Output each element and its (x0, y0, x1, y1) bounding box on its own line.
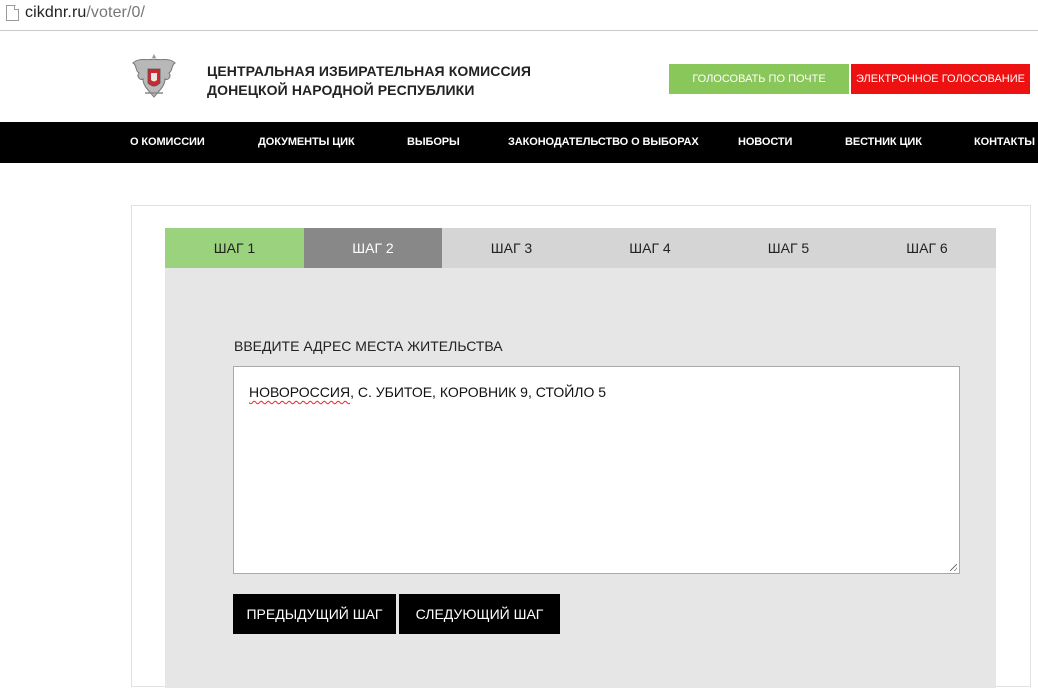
previous-step-button[interactable]: ПРЕДЫДУЩИЙ ШАГ (233, 594, 396, 634)
tab-step-6[interactable]: ШАГ 6 (858, 228, 996, 268)
nav-item-about[interactable]: О КОМИССИИ (130, 122, 205, 163)
url-path: /voter/0/ (86, 4, 146, 21)
address-textarea[interactable]: НОВОРОССИЯ, С. УБИТОЕ, КОРОВНИК 9, СТОЙЛ… (233, 366, 960, 574)
nav-item-documents[interactable]: ДОКУМЕНТЫ ЦИК (258, 122, 355, 163)
vote-by-mail-button[interactable]: ГОЛОСОВАТЬ ПО ПОЧТЕ (669, 64, 849, 94)
nav-item-news[interactable]: НОВОСТИ (738, 122, 792, 163)
tab-step-4[interactable]: ШАГ 4 (581, 228, 719, 268)
resize-grip-icon[interactable] (950, 564, 957, 571)
address-field-label: ВВЕДИТЕ АДРЕС МЕСТА ЖИТЕЛЬСТВА (234, 338, 503, 354)
address-rest: , С. УБИТОЕ, КОРОВНИК 9, СТОЙЛО 5 (350, 384, 607, 400)
tab-step-3[interactable]: ШАГ 3 (442, 228, 581, 268)
tab-step-5[interactable]: ШАГ 5 (719, 228, 858, 268)
nav-item-bulletin[interactable]: ВЕСТНИК ЦИК (845, 122, 922, 163)
org-title-line2: ДОНЕЦКОЙ НАРОДНОЙ РЕСПУБЛИКИ (207, 82, 475, 98)
page-icon (6, 5, 19, 21)
tab-step-2[interactable]: ШАГ 2 (304, 228, 442, 268)
address-value: НОВОРОССИЯ, С. УБИТОЕ, КОРОВНИК 9, СТОЙЛ… (249, 384, 606, 400)
address-misspelled-word: НОВОРОССИЯ (249, 384, 351, 400)
url-text[interactable]: cikdnr.ru/voter/0/ (25, 4, 145, 22)
tab-step-1[interactable]: ШАГ 1 (165, 228, 304, 268)
main-nav: О КОМИССИИ ДОКУМЕНТЫ ЦИК ВЫБОРЫ ЗАКОНОДА… (0, 122, 1038, 163)
coat-of-arms-emblem-icon (132, 54, 176, 98)
nav-item-legislation[interactable]: ЗАКОНОДАТЕЛЬСТВО О ВЫБОРАХ (508, 122, 699, 163)
address-bar[interactable]: cikdnr.ru/voter/0/ (0, 0, 1038, 31)
electronic-voting-button[interactable]: ЭЛЕКТРОННОЕ ГОЛОСОВАНИЕ (851, 64, 1030, 94)
nav-item-contacts[interactable]: КОНТАКТЫ (974, 122, 1035, 163)
url-host: cikdnr.ru (25, 4, 87, 21)
org-title-line1: ЦЕНТРАЛЬНАЯ ИЗБИРАТЕЛЬНАЯ КОМИССИЯ (207, 63, 532, 79)
next-step-button[interactable]: СЛЕДУЮЩИЙ ШАГ (399, 594, 560, 634)
organization-title[interactable]: ЦЕНТРАЛЬНАЯ ИЗБИРАТЕЛЬНАЯ КОМИССИЯ ДОНЕЦ… (207, 62, 531, 100)
nav-item-elections[interactable]: ВЫБОРЫ (407, 122, 460, 163)
wizard-tabs: ШАГ 1 ШАГ 2 ШАГ 3 ШАГ 4 ШАГ 5 ШАГ 6 (165, 228, 996, 268)
